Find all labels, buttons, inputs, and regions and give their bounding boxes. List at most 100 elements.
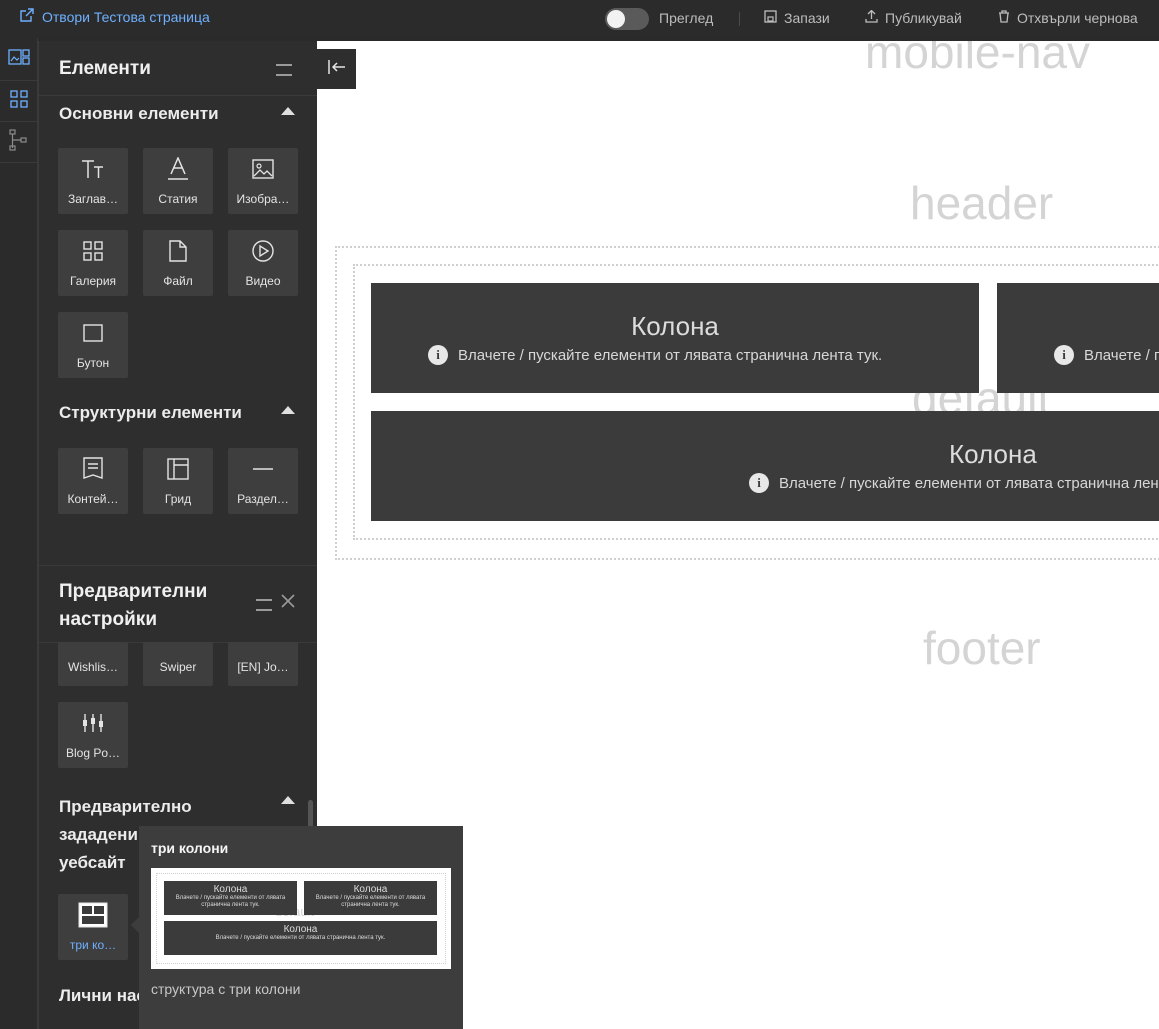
preset-tile[interactable]: Swiper (143, 642, 213, 686)
preview-toggle[interactable] (605, 8, 649, 30)
preview-column-hint: Влачете / пускайте елементи от лявата ст… (315, 895, 426, 908)
structural-elements-title: Структурни елементи (59, 403, 242, 422)
rail-grid-button[interactable] (0, 81, 37, 122)
layout-blocks-icon (7, 48, 30, 72)
tile-label: Статия (158, 192, 198, 206)
personal-presets-title: Лични нас (59, 986, 146, 1005)
preset-sliders-icon (58, 710, 128, 736)
region-label-footer: footer (923, 622, 1041, 674)
open-test-page-link[interactable]: Отвори Тестова страница (20, 8, 210, 25)
region-label-mobile-nav: mobile-nav (865, 41, 1090, 78)
website-presets-title-line: Предварително (59, 797, 192, 816)
column-title-text: Колона (949, 439, 1037, 469)
tile-label: Изобра… (236, 192, 290, 206)
preview-column-title: Колона (353, 884, 388, 895)
article-icon (143, 156, 213, 182)
preset-tile[interactable]: Blog Po… (58, 702, 128, 768)
collapse-sidebar-button[interactable] (317, 49, 356, 89)
tile-grid[interactable]: Грид (143, 448, 213, 514)
tile-heading[interactable]: Заглав… (58, 148, 128, 214)
basic-elements-title: Основни елементи (59, 104, 219, 123)
tile-label: Файл (163, 274, 193, 288)
heading-icon (58, 156, 128, 182)
tile-divider[interactable]: Раздел… (228, 448, 298, 514)
info-icon: i (749, 473, 769, 493)
preview-column-hint: Влачете / пускайте елементи от лявата ст… (215, 935, 386, 941)
save-label: Запази (784, 10, 830, 26)
image-icon (228, 156, 298, 182)
grid-layout-icon (143, 456, 213, 482)
tile-label: Видео (245, 274, 281, 288)
external-link-icon (20, 8, 34, 25)
discard-draft-button[interactable]: Отхвърли чернова (998, 10, 1138, 26)
tile-video[interactable]: Видео (228, 230, 298, 296)
presets-panel-title: Предварителни настройки (59, 578, 207, 634)
tile-container[interactable]: Контей… (58, 448, 128, 514)
preset-tile[interactable]: [EN] Jo… (228, 642, 298, 686)
collapse-website-caret-icon[interactable] (281, 796, 295, 804)
tooltip-title: три колони (151, 840, 229, 856)
rail-elements-button[interactable] (0, 40, 37, 81)
tile-label: Blog Po… (65, 746, 121, 760)
tooltip-description: структура с три колони (151, 981, 301, 997)
button-icon (58, 320, 128, 346)
close-icon[interactable] (280, 593, 296, 614)
elements-panel-title: Елементи (59, 58, 151, 79)
column-hint-text: Влачете / пускайте елементи от лявата ст… (1084, 346, 1159, 364)
tile-image[interactable]: Изобра… (228, 148, 298, 214)
tile-label: Раздел… (237, 492, 289, 506)
collapse-structural-caret-icon[interactable] (281, 406, 295, 414)
tile-label: [EN] Jo… (237, 660, 289, 674)
preview-column-title: Колона (213, 884, 248, 895)
publish-label: Публикувай (885, 10, 962, 26)
tile-gallery[interactable]: Галерия (58, 230, 128, 296)
elements-panel-header: Елементи (39, 41, 317, 96)
left-rail (0, 38, 38, 1029)
tile-label: три ко… (69, 938, 117, 952)
tooltip-preview-image: default Колона Влачете / пускайте елемен… (151, 868, 451, 969)
top-bar: Отвори Тестова страница Преглед Запази П… (0, 0, 1159, 38)
preset-tile-three-columns[interactable]: три ко… (58, 894, 128, 960)
preset-preview-tooltip: три колони default Колона Влачете / пуск… (139, 826, 463, 1029)
presets-title-line: настройки (59, 609, 157, 630)
publish-button[interactable]: Публикувай (865, 9, 962, 26)
trash-icon (998, 10, 1010, 26)
open-test-page-label: Отвори Тестова страница (42, 8, 210, 25)
drag-handle-icon[interactable] (276, 64, 292, 76)
video-icon (228, 238, 298, 264)
tile-label: Заглав… (67, 192, 119, 206)
tree-structure-icon (8, 128, 29, 156)
region-label-header: header (910, 177, 1054, 229)
tile-file[interactable]: Файл (143, 230, 213, 296)
preview-column-hint: Влачете / пускайте елементи от лявата ст… (175, 895, 286, 908)
tile-label: Галерия (69, 274, 117, 288)
rail-tree-button[interactable] (0, 122, 37, 163)
presets-panel-header: Предварителни настройки (39, 565, 317, 643)
column-dropzone[interactable]: Колона i Влачете / пускайте елементи от … (371, 411, 1159, 521)
info-icon: i (1054, 345, 1074, 365)
gallery-icon (58, 238, 128, 264)
preview-column: Колона Влачете / пускайте елементи от ля… (164, 881, 297, 915)
tile-button[interactable]: Бутон (58, 312, 128, 378)
collapse-left-icon (327, 59, 346, 80)
save-button[interactable]: Запази (764, 10, 830, 26)
presets-title-line: Предварителни (59, 581, 208, 602)
save-icon (764, 10, 777, 26)
file-icon (143, 238, 213, 264)
column-hint-text: Влачете / пускайте елементи от лявата ст… (458, 346, 883, 364)
column-dropzone[interactable]: i Влачете / пускайте елементи от лявата … (997, 283, 1159, 393)
container-icon (58, 456, 128, 482)
discard-draft-label: Отхвърли чернова (1017, 10, 1138, 26)
grid-icon (9, 89, 28, 113)
drag-handle-icon[interactable] (256, 599, 272, 611)
collapse-basic-caret-icon[interactable] (281, 107, 295, 115)
tile-label: Контей… (67, 492, 119, 506)
tile-article[interactable]: Статия (143, 148, 213, 214)
divider-icon (228, 456, 298, 482)
tooltip-arrow (131, 917, 139, 933)
tile-label: Грид (164, 492, 192, 506)
three-columns-thumbnail-icon (58, 902, 128, 928)
preset-tile[interactable]: Wishlis… (58, 642, 128, 686)
upload-icon (865, 9, 878, 26)
column-dropzone[interactable]: Колона i Влачете / пускайте елементи от … (371, 283, 979, 393)
